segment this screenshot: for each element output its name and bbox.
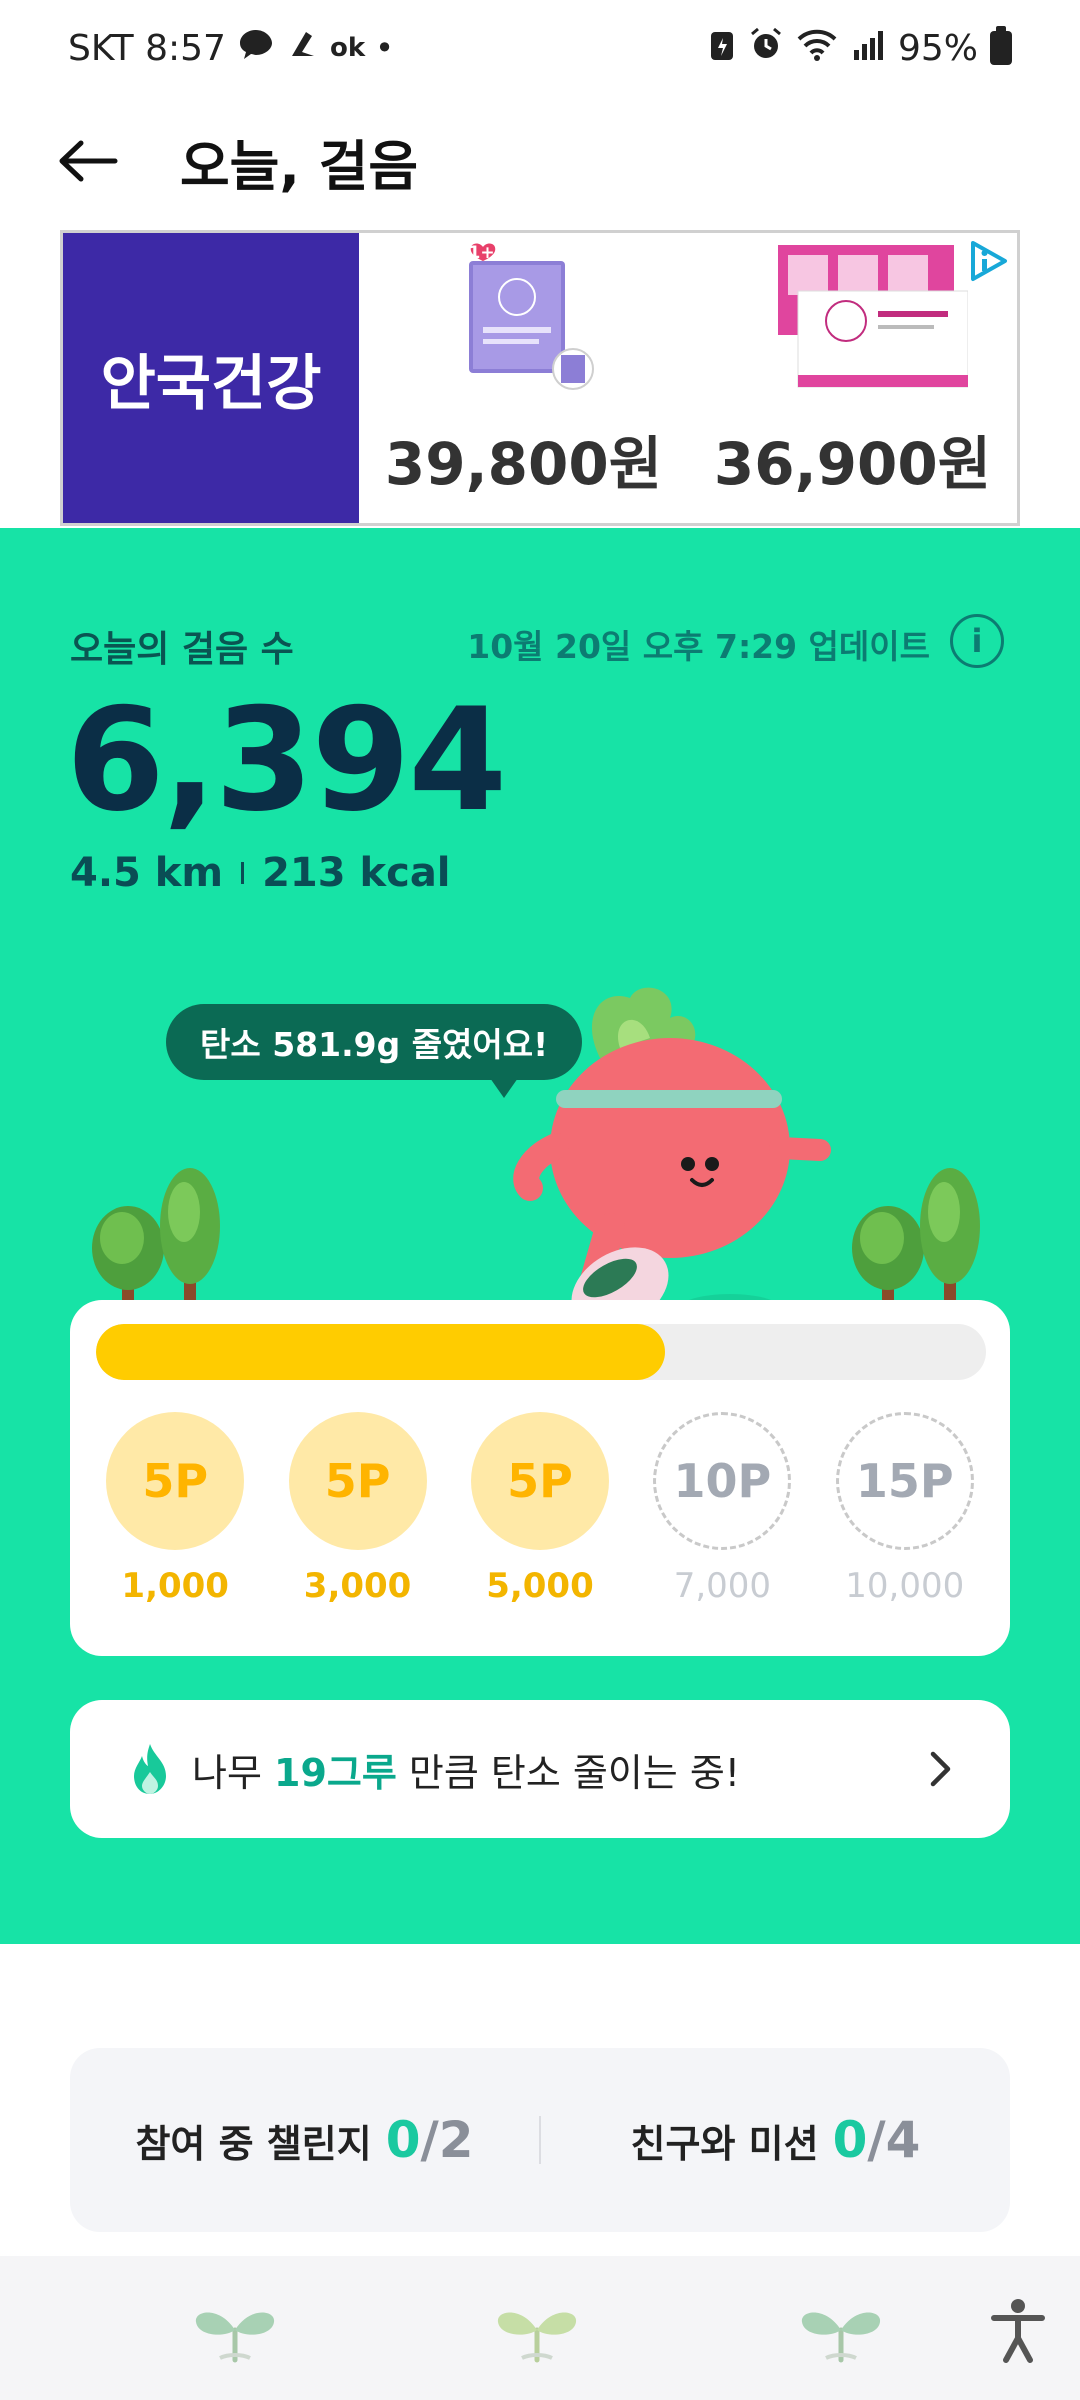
app-bar: 오늘, 걸음 (0, 96, 1080, 226)
running-app-icon (286, 26, 320, 70)
ad-product-image (768, 241, 968, 391)
ad-product-image: 1+1 (439, 241, 609, 391)
carbon-saving-card[interactable]: 나무 19그루 만큼 탄소 줄이는 중! (70, 1700, 1010, 1838)
milestone-list: 5P 1,000 5P 3,000 5P 5,000 10P 7,000 15P 10,000 (70, 1412, 1010, 1606)
carbon-saving-text: 나무 19그루 만큼 탄소 줄이는 중! (192, 1742, 740, 1797)
battery-percent: 95% (897, 27, 978, 69)
carbon-text-prefix: 나무 (192, 1750, 274, 1795)
milestone-steps: 10,000 (845, 1566, 965, 1606)
info-button[interactable]: i (950, 614, 1004, 668)
ad-banner[interactable]: 안국건강 1+1 39,800원 36,900원 (60, 230, 1020, 526)
mission-count: 0/4 (832, 2111, 921, 2169)
milestone-points-coin: 5P (288, 1412, 427, 1550)
ad-price: 36,900원 (713, 430, 992, 498)
milestone-steps: 7,000 (673, 1566, 772, 1606)
back-arrow-icon (59, 140, 118, 182)
milestone-points-coin: 15P (835, 1412, 974, 1550)
metrics-divider (241, 862, 245, 884)
carbon-tree-count: 19그루 (274, 1750, 397, 1795)
challenge-summary: 참여 중 챌린지 0/2 친구와 미션 0/4 (70, 2048, 1010, 2232)
signal-icon (850, 26, 886, 70)
carrier-time: SKT 8:57 (68, 27, 226, 69)
steps-hero: 오늘의 걸음 수 10월 20일 오후 7:29 업데이트 i 6,394 4.… (0, 528, 1080, 1944)
back-button[interactable] (28, 101, 148, 221)
milestone-item[interactable]: 5P 3,000 (283, 1412, 433, 1606)
milestone-card: 5P 1,000 5P 3,000 5P 5,000 10P 7,000 15P 10,000 (70, 1300, 1010, 1656)
wifi-icon (796, 26, 838, 70)
info-icon: i (971, 622, 983, 660)
challenge-count: 0/2 (385, 2111, 474, 2169)
step-progress-fill (96, 1324, 666, 1380)
sprout-icon[interactable] (796, 2296, 886, 2366)
milestone-steps: 3,000 (303, 1566, 412, 1606)
calories: 213 kcal (262, 850, 451, 896)
battery-icon (990, 26, 1012, 65)
distance: 4.5 km (70, 850, 224, 896)
milestone-points-coin: 5P (106, 1412, 245, 1550)
mission-label: 친구와 미션 (630, 2121, 819, 2166)
milestone-points-coin: 10P (653, 1412, 792, 1550)
friend-missions[interactable]: 친구와 미션 0/4 (541, 2111, 1010, 2169)
battery-saver-icon (708, 26, 736, 70)
milestone-steps: 5,000 (486, 1566, 594, 1606)
active-challenges[interactable]: 참여 중 챌린지 0/2 (70, 2111, 539, 2169)
ad-choices-icon[interactable] (967, 239, 1011, 283)
step-progress-bar (96, 1324, 986, 1380)
more-notifications-dot-icon: • (375, 29, 394, 67)
update-timestamp: 10월 20일 오후 7:29 업데이트 (467, 627, 930, 666)
carbon-text-suffix: 만큼 탄소 줄이는 중! (396, 1750, 741, 1795)
chat-notification-icon (236, 26, 276, 70)
milestone-item[interactable]: 10P 7,000 (647, 1412, 797, 1606)
step-count: 6,394 (66, 678, 507, 843)
step-metrics: 4.5 km 213 kcal (70, 850, 451, 896)
bottom-nav (0, 2256, 1080, 2400)
challenge-label: 참여 중 챌린지 (135, 2121, 372, 2166)
ok-notification-icon: ok (329, 33, 366, 63)
sprout-icon[interactable] (492, 2296, 582, 2366)
milestone-steps: 1,000 (121, 1566, 229, 1606)
ad-brand[interactable]: 안국건강 (63, 233, 359, 523)
ad-price: 39,800원 (384, 430, 663, 498)
milestone-item[interactable]: 15P 10,000 (830, 1412, 980, 1606)
one-plus-one-badge: 1+1 (468, 243, 507, 263)
status-bar: SKT 8:57 ok • 95% (0, 0, 1080, 96)
page-title: 오늘, 걸음 (180, 134, 419, 198)
alarm-icon (748, 26, 784, 70)
ad-product-1[interactable]: 1+1 39,800원 (359, 233, 688, 523)
chevron-right-icon (930, 1751, 951, 1787)
milestone-points-coin: 5P (470, 1412, 609, 1550)
milestone-item[interactable]: 5P 5,000 (465, 1412, 615, 1606)
accessibility-icon[interactable] (986, 2296, 1050, 2366)
sprout-icon[interactable] (190, 2296, 280, 2366)
fire-icon (134, 1744, 166, 1794)
milestone-item[interactable]: 5P 1,000 (100, 1412, 250, 1606)
steps-label: 오늘의 걸음 수 (70, 629, 294, 670)
